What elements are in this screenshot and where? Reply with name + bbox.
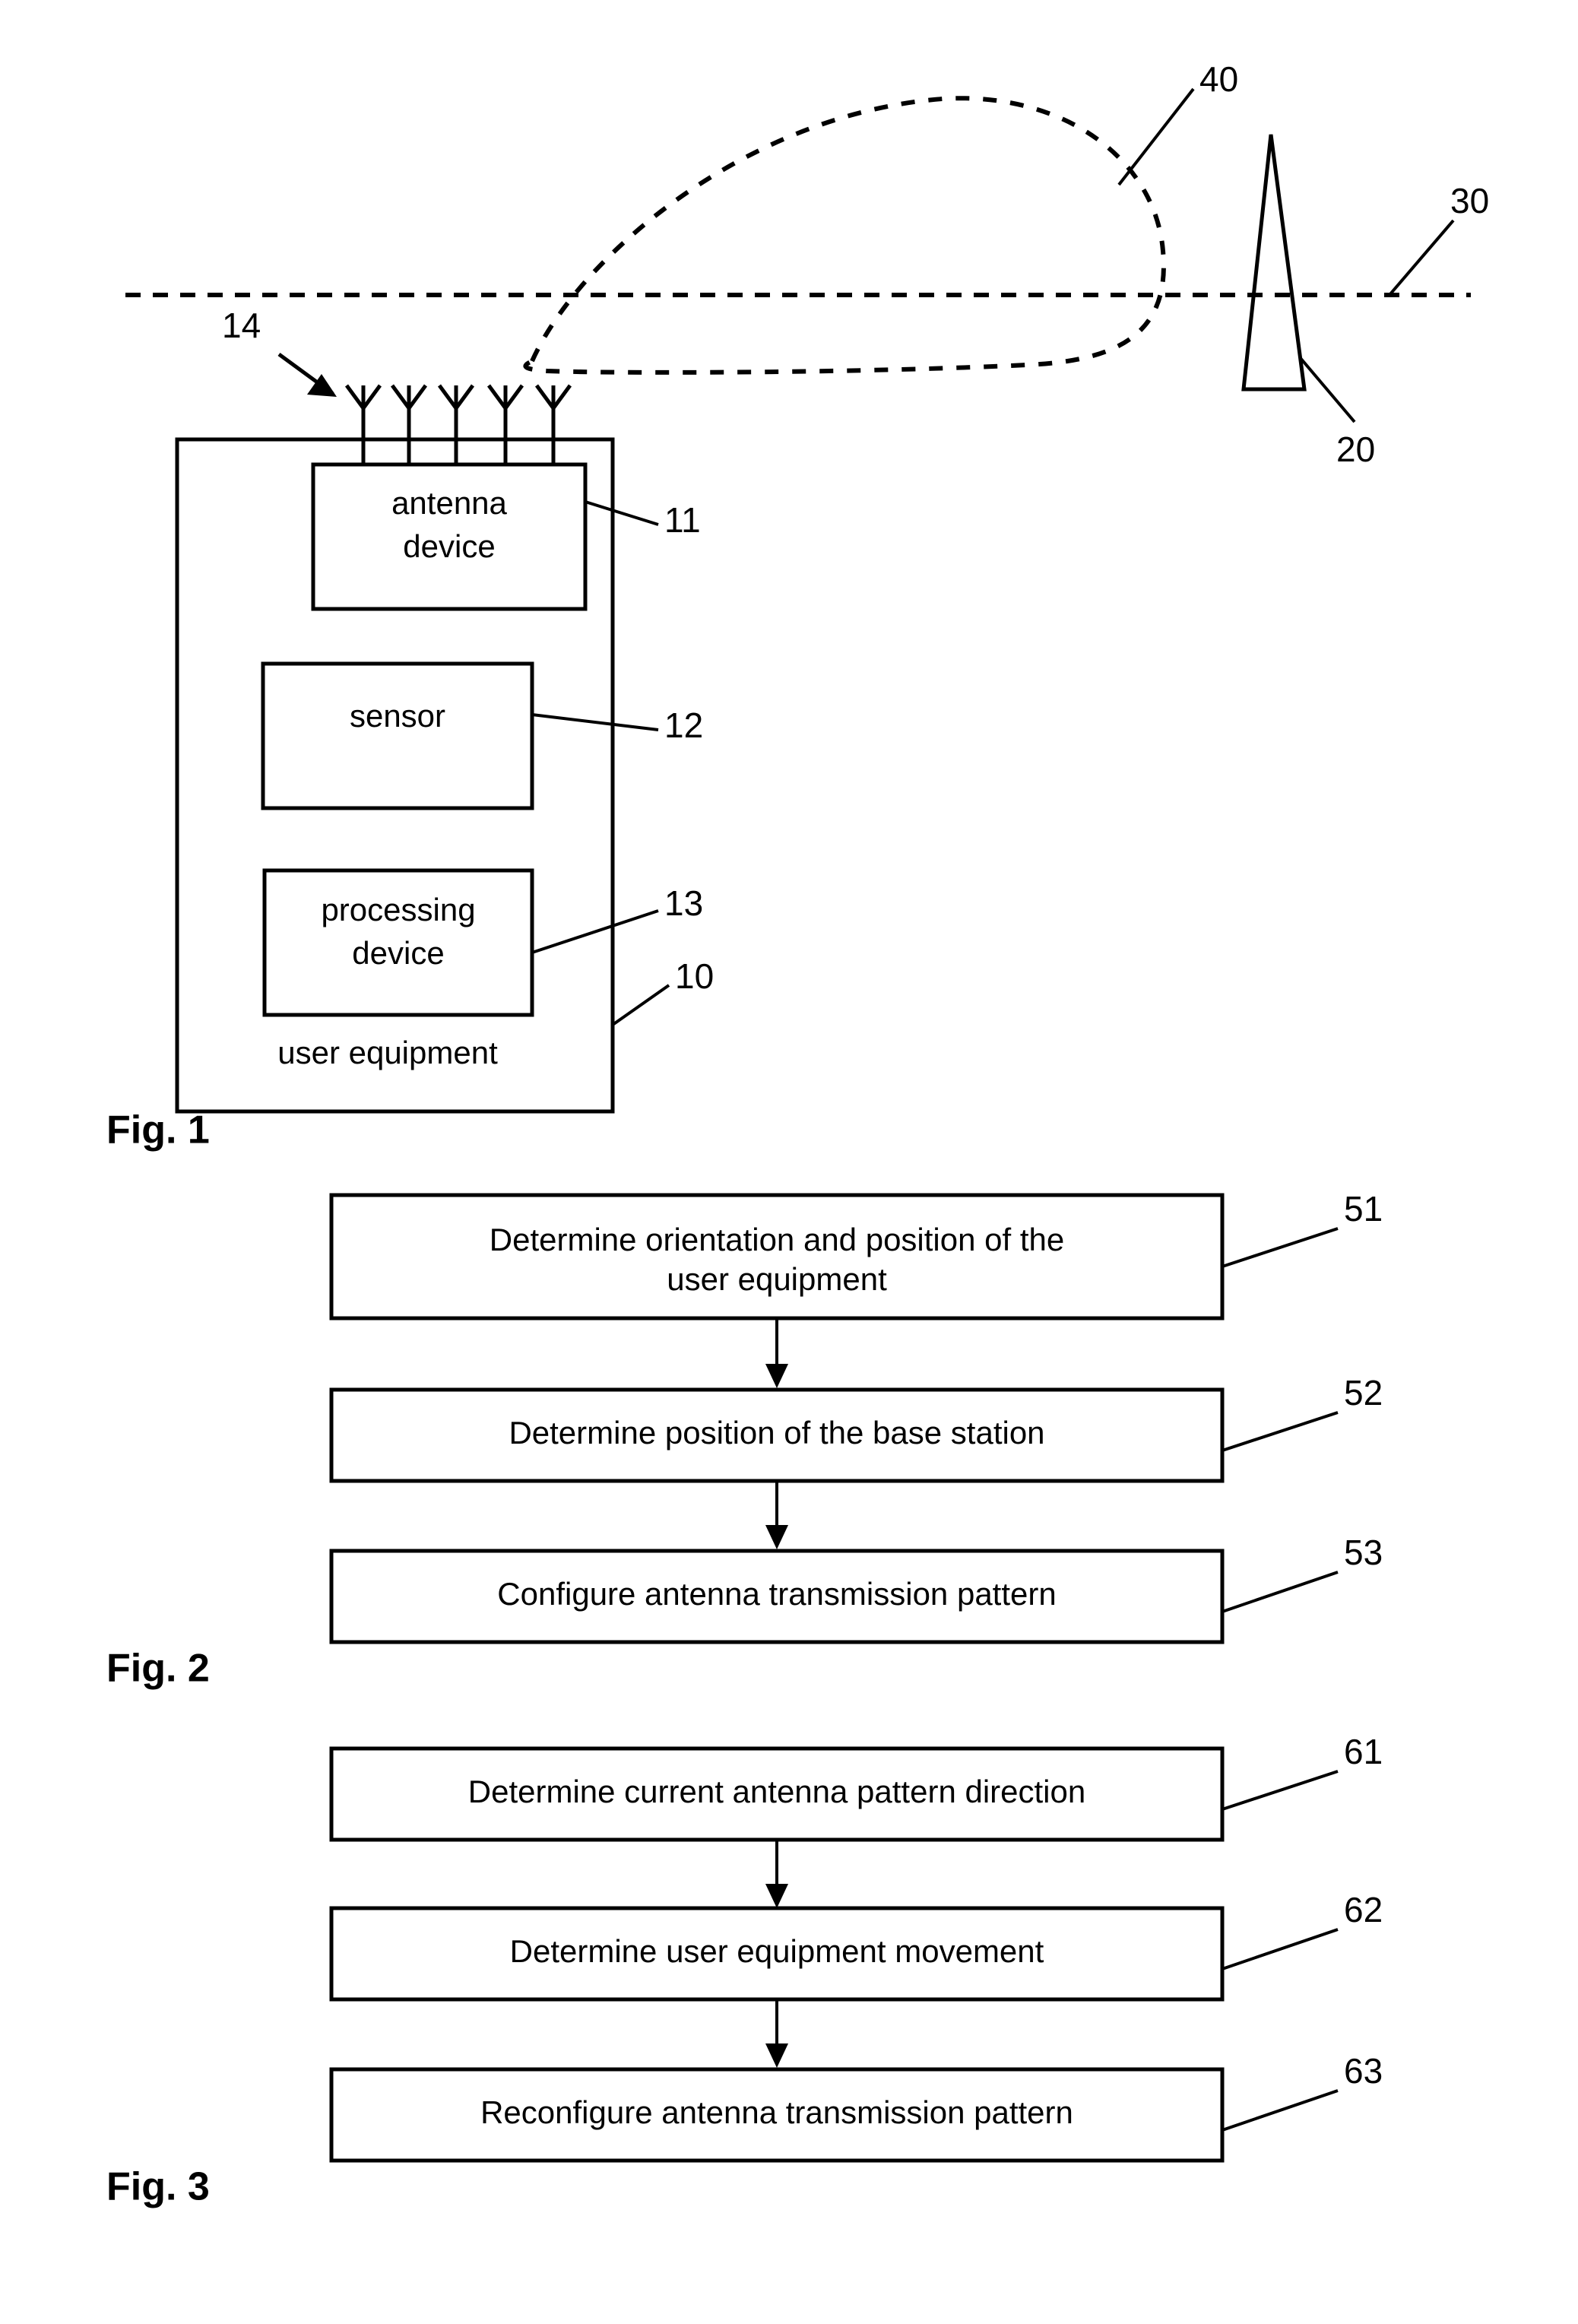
leader-line-51 xyxy=(1222,1227,1339,1268)
ref-numeral-61: 61 xyxy=(1344,1732,1383,1771)
leader-line-62 xyxy=(1222,1928,1339,1970)
leader-line-11 xyxy=(585,500,659,526)
leader-line-20 xyxy=(1298,356,1356,423)
leader-line-63 xyxy=(1222,2089,1339,2132)
antenna-element-2 xyxy=(390,384,428,464)
antenna-element-5 xyxy=(534,384,572,464)
leader-line-12 xyxy=(531,713,659,731)
ref-numeral-12: 12 xyxy=(664,705,703,745)
ref-numeral-62: 62 xyxy=(1344,1890,1383,1929)
ref-numeral-13: 13 xyxy=(664,883,703,923)
antenna-element-4 xyxy=(486,384,524,464)
ref-numeral-52: 52 xyxy=(1344,1373,1383,1412)
ref-numeral-14: 14 xyxy=(222,306,261,345)
patent-drawing-page: 40 20 30 14 user equipment 10 antenna de… xyxy=(0,0,1578,2324)
antenna-array xyxy=(344,384,572,464)
fig2-step-label-53: Configure antenna transmission pattern xyxy=(497,1576,1056,1612)
leader-line-53 xyxy=(1222,1571,1339,1613)
fig2-step-label-52: Determine position of the base station xyxy=(509,1415,1044,1451)
sensor-label: sensor xyxy=(350,698,445,734)
ref-numeral-51: 51 xyxy=(1344,1189,1383,1229)
figure-2-caption: Fig. 2 xyxy=(106,1647,210,1691)
leader-line-13 xyxy=(531,909,659,954)
ref-numeral-40: 40 xyxy=(1199,59,1238,99)
figures-canvas: 40 20 30 14 user equipment 10 antenna de… xyxy=(106,59,1489,2209)
leader-line-52 xyxy=(1222,1411,1339,1452)
fig2-step-label-51-line1: Determine orientation and position of th… xyxy=(490,1222,1064,1257)
sensor-box xyxy=(261,661,534,810)
leader-line-40 xyxy=(1117,87,1195,186)
antenna-device-label-line1: antenna xyxy=(391,485,507,521)
figure-1-group: 40 20 30 14 user equipment 10 antenna de… xyxy=(106,59,1489,1152)
leader-line-10 xyxy=(611,984,670,1026)
antenna-element-3 xyxy=(437,384,475,464)
fig3-step-label-61: Determine current antenna pattern direct… xyxy=(468,1774,1085,1809)
fig2-step-label-51-line2: user equipment xyxy=(667,1261,887,1297)
figure-2-group: Determine orientation and position of th… xyxy=(106,1189,1383,1691)
figure-1-caption: Fig. 1 xyxy=(106,1108,210,1152)
antenna-element-1 xyxy=(344,384,382,464)
fig3-step-label-62: Determine user equipment movement xyxy=(510,1933,1044,1969)
leader-line-30 xyxy=(1388,219,1455,296)
ref-numeral-10: 10 xyxy=(675,956,714,996)
leader-line-61 xyxy=(1222,1770,1339,1811)
base-station-tower xyxy=(1241,134,1307,392)
figure-3-group: Determine current antenna pattern direct… xyxy=(106,1732,1383,2209)
ref-numeral-30: 30 xyxy=(1450,181,1489,220)
processing-device-label-line1: processing xyxy=(321,892,475,927)
ref-numeral-20: 20 xyxy=(1336,430,1375,469)
antenna-device-label-line2: device xyxy=(403,528,495,564)
ref-numeral-11: 11 xyxy=(664,500,701,540)
ref-numeral-53: 53 xyxy=(1344,1533,1383,1572)
fig2-arrow-51-52 xyxy=(765,1318,788,1388)
antenna-transmission-pattern-lobe xyxy=(523,96,1166,375)
user-equipment-label: user equipment xyxy=(277,1035,498,1070)
ref-numeral-63: 63 xyxy=(1344,2051,1383,2091)
fig2-arrow-52-53 xyxy=(765,1481,788,1549)
figure-3-caption: Fig. 3 xyxy=(106,2165,210,2209)
user-equipment-box xyxy=(175,437,615,1114)
fig3-step-label-63: Reconfigure antenna transmission pattern xyxy=(480,2094,1073,2130)
fig3-arrow-62-63 xyxy=(765,1999,788,2068)
fig3-arrow-61-62 xyxy=(765,1840,788,1908)
processing-device-label-line2: device xyxy=(352,935,444,971)
